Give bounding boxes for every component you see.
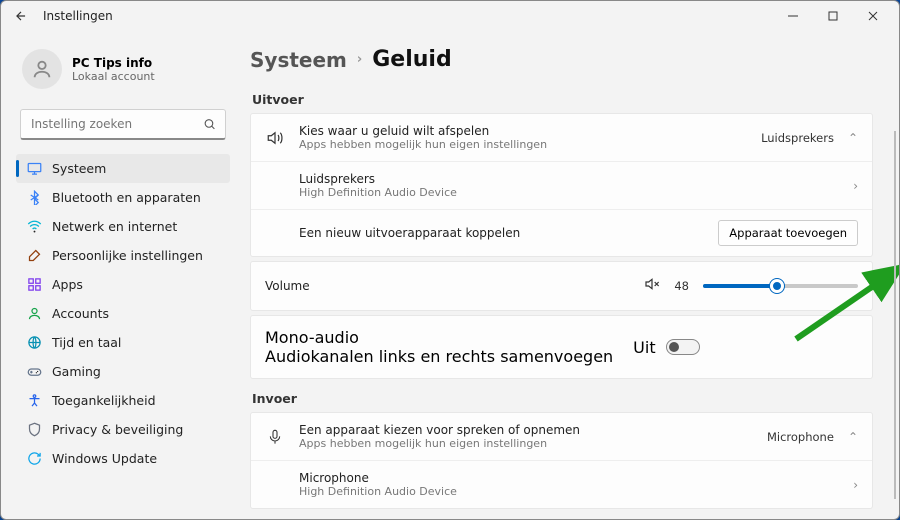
speaker-icon: [265, 129, 285, 147]
person-icon: [26, 306, 42, 321]
choose-input-row[interactable]: Een apparaat kiezen voor spreken of opne…: [251, 413, 872, 461]
sidebar-item-toegankelijkheid[interactable]: Toegankelijkheid: [16, 386, 230, 415]
globe-icon: [26, 335, 42, 350]
mono-audio-row: Mono-audio Audiokanalen links en rechts …: [250, 315, 873, 379]
search-input[interactable]: [20, 109, 226, 140]
apps-icon: [26, 277, 42, 292]
chevron-up-icon: ⌃: [848, 430, 858, 444]
mic-title: Microphone: [299, 471, 457, 485]
search-icon: [203, 115, 216, 134]
profile-name: PC Tips info: [72, 56, 155, 70]
volume-mute-icon[interactable]: [644, 276, 660, 296]
volume-value: 48: [674, 279, 689, 293]
minimize-button[interactable]: [773, 1, 813, 31]
microphone-row[interactable]: Microphone High Definition Audio Device …: [251, 461, 872, 508]
window-title: Instellingen: [43, 9, 113, 23]
choose-input-title: Een apparaat kiezen voor spreken of opne…: [299, 423, 580, 437]
mono-sub: Audiokanalen links en rechts samenvoegen: [265, 347, 613, 366]
minimize-icon: [788, 11, 798, 21]
mono-toggle[interactable]: [666, 339, 700, 355]
accessibility-icon: [26, 393, 42, 408]
sidebar-item-systeem[interactable]: Systeem: [16, 154, 230, 183]
sidebar-item-label: Bluetooth en apparaten: [52, 190, 201, 205]
choose-output-title: Kies waar u geluid wilt afspelen: [299, 124, 547, 138]
sidebar-item-label: Systeem: [52, 161, 106, 176]
volume-row: Volume 48: [250, 261, 873, 311]
pair-text: Een nieuw uitvoerapparaat koppelen: [299, 226, 520, 240]
sidebar: PC Tips info Lokaal account Systeem Bluet…: [1, 31, 236, 519]
brush-icon: [26, 248, 42, 263]
monitor-icon: [26, 161, 42, 176]
speakers-sub: High Definition Audio Device: [299, 186, 457, 199]
output-device-value: Luidsprekers: [761, 131, 834, 145]
arrow-left-icon: [14, 9, 28, 23]
sidebar-item-tijd-en-taal[interactable]: Tijd en taal: [16, 328, 230, 357]
profile-block[interactable]: PC Tips info Lokaal account: [16, 41, 230, 103]
settings-window: Instellingen PC Tips info Lokaal account…: [0, 0, 900, 520]
sidebar-item-label: Tijd en taal: [52, 335, 121, 350]
gamepad-icon: [26, 364, 42, 379]
sidebar-item-label: Netwerk en internet: [52, 219, 177, 234]
input-section-label: Invoer: [252, 391, 873, 406]
sidebar-item-windows-update[interactable]: Windows Update: [16, 444, 230, 473]
sidebar-item-label: Persoonlijke instellingen: [52, 248, 203, 263]
output-section-label: Uitvoer: [252, 92, 873, 107]
pair-device-row: Een nieuw uitvoerapparaat koppelen Appar…: [251, 210, 872, 256]
sidebar-item-label: Accounts: [52, 306, 109, 321]
chevron-right-icon: ›: [357, 52, 362, 67]
shield-icon: [26, 422, 42, 437]
speakers-title: Luidsprekers: [299, 172, 457, 186]
volume-label: Volume: [265, 279, 310, 293]
breadcrumb-parent[interactable]: Systeem: [250, 48, 347, 72]
sidebar-item-gaming[interactable]: Gaming: [16, 357, 230, 386]
scrollbar[interactable]: [894, 131, 896, 499]
back-button[interactable]: [7, 9, 35, 23]
sidebar-item-bluetooth-en-apparaten[interactable]: Bluetooth en apparaten: [16, 183, 230, 212]
choose-input-sub: Apps hebben mogelijk hun eigen instellin…: [299, 437, 580, 450]
sidebar-item-privacy-beveiliging[interactable]: Privacy & beveiliging: [16, 415, 230, 444]
search-box: [20, 109, 226, 140]
person-icon: [31, 58, 53, 80]
update-icon: [26, 451, 42, 466]
bluetooth-icon: [26, 190, 42, 205]
volume-slider[interactable]: [703, 284, 858, 288]
sidebar-item-label: Apps: [52, 277, 83, 292]
sidebar-item-accounts[interactable]: Accounts: [16, 299, 230, 328]
sidebar-item-netwerk-en-internet[interactable]: Netwerk en internet: [16, 212, 230, 241]
add-device-button[interactable]: Apparaat toevoegen: [718, 220, 858, 246]
main-panel: Systeem › Geluid Uitvoer Kies waar u gel…: [236, 31, 899, 519]
titlebar: Instellingen: [1, 1, 899, 31]
maximize-icon: [828, 11, 838, 21]
microphone-icon: [265, 429, 285, 445]
wifi-icon: [26, 219, 42, 234]
output-card: Kies waar u geluid wilt afspelen Apps he…: [250, 113, 873, 257]
sidebar-item-label: Privacy & beveiliging: [52, 422, 183, 437]
nav-list: Systeem Bluetooth en apparaten Netwerk en …: [16, 154, 230, 473]
mono-state: Uit: [633, 338, 655, 357]
sidebar-item-label: Windows Update: [52, 451, 157, 466]
sidebar-item-label: Toegankelijkheid: [52, 393, 156, 408]
mic-sub: High Definition Audio Device: [299, 485, 457, 498]
profile-sub: Lokaal account: [72, 70, 155, 83]
chevron-up-icon: ⌃: [848, 131, 858, 145]
breadcrumb-current: Geluid: [372, 47, 451, 72]
choose-output-sub: Apps hebben mogelijk hun eigen instellin…: [299, 138, 547, 151]
sidebar-item-label: Gaming: [52, 364, 101, 379]
speakers-row[interactable]: Luidsprekers High Definition Audio Devic…: [251, 162, 872, 210]
choose-output-row[interactable]: Kies waar u geluid wilt afspelen Apps he…: [251, 114, 872, 162]
input-card: Een apparaat kiezen voor spreken of opne…: [250, 412, 873, 509]
close-icon: [868, 11, 878, 21]
mono-title: Mono-audio: [265, 328, 613, 347]
maximize-button[interactable]: [813, 1, 853, 31]
chevron-right-icon: ›: [853, 179, 858, 193]
input-device-value: Microphone: [767, 430, 834, 444]
avatar: [22, 49, 62, 89]
chevron-right-icon: ›: [853, 478, 858, 492]
close-button[interactable]: [853, 1, 893, 31]
sidebar-item-persoonlijke-instellingen[interactable]: Persoonlijke instellingen: [16, 241, 230, 270]
sidebar-item-apps[interactable]: Apps: [16, 270, 230, 299]
breadcrumb: Systeem › Geluid: [250, 41, 873, 86]
